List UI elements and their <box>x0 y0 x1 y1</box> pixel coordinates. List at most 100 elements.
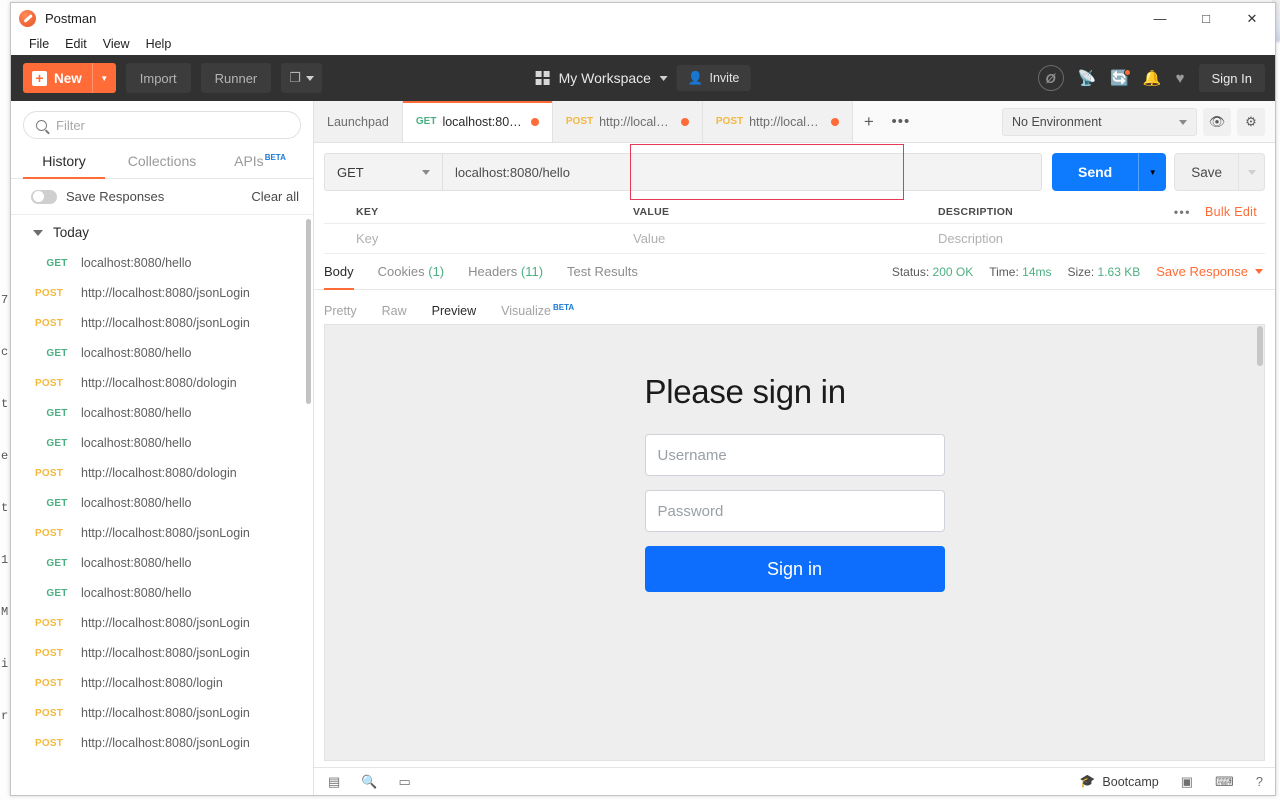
save-dropdown-caret-icon[interactable] <box>1238 154 1264 190</box>
params-more-button[interactable]: ••• <box>1174 205 1191 219</box>
import-button[interactable]: Import <box>126 63 191 93</box>
username-placeholder: Username <box>658 447 727 464</box>
heart-icon[interactable]: ♥ <box>1176 71 1185 86</box>
console-icon[interactable]: ▭ <box>398 775 410 788</box>
send-button[interactable]: Send ▼ <box>1052 153 1166 191</box>
new-dropdown-caret-icon[interactable]: ▼ <box>92 63 116 93</box>
history-item[interactable]: POSThttp://localhost:8080/jsonLogin <box>11 308 313 338</box>
tab-options-button[interactable]: ••• <box>885 101 917 142</box>
sidebar-scrollbar[interactable] <box>306 219 311 404</box>
unsaved-dot-icon[interactable] <box>531 118 539 126</box>
history-item[interactable]: GETlocalhost:8080/hello <box>11 338 313 368</box>
two-pane-layout-icon[interactable]: ▣ <box>1181 775 1193 788</box>
settings-button[interactable]: ⚙ <box>1237 108 1265 136</box>
history-item-url: http://localhost:8080/jsonLogin <box>81 526 250 540</box>
history-item[interactable]: GETlocalhost:8080/hello <box>11 248 313 278</box>
username-field[interactable]: Username <box>645 434 945 476</box>
history-item[interactable]: POSThttp://localhost:8080/jsonLogin <box>11 278 313 308</box>
save-responses-toggle[interactable] <box>31 190 57 204</box>
history-item[interactable]: POSThttp://localhost:8080/jsonLogin <box>11 698 313 728</box>
tab-collections-label: Collections <box>128 153 196 169</box>
history-group-today[interactable]: Today <box>11 215 313 248</box>
clear-all-button[interactable]: Clear all <box>251 189 299 204</box>
tab-history[interactable]: History <box>15 146 113 178</box>
history-item[interactable]: GETlocalhost:8080/hello <box>11 488 313 518</box>
workspace-name: My Workspace <box>559 70 651 86</box>
format-tab[interactable]: Raw <box>382 301 407 321</box>
preview-scrollbar[interactable] <box>1257 326 1263 366</box>
chevron-down-icon <box>1255 269 1263 274</box>
maximize-button[interactable]: □ <box>1183 3 1229 33</box>
history-list[interactable]: Today GETlocalhost:8080/helloPOSThttp://… <box>11 215 313 795</box>
history-item[interactable]: POSThttp://localhost:8080/dologin <box>11 458 313 488</box>
request-tab-bar: LaunchpadGETlocalhost:8080/...POSThttp:/… <box>314 101 1275 143</box>
format-tab[interactable]: Preview <box>432 301 476 321</box>
keyboard-shortcuts-icon[interactable]: ⌨ <box>1215 775 1234 788</box>
menu-view[interactable]: View <box>95 35 138 53</box>
response-tab[interactable]: Cookies (1) <box>378 255 444 289</box>
response-tab[interactable]: Test Results <box>567 255 638 289</box>
sign-in-button[interactable]: Sign In <box>1199 64 1265 92</box>
new-tab-button[interactable]: + <box>853 101 885 142</box>
save-request-button[interactable]: Save <box>1174 153 1265 191</box>
params-input-row[interactable]: Key Value Description <box>324 224 1265 254</box>
environment-select[interactable]: No Environment <box>1002 108 1197 136</box>
params-header-value: VALUE <box>629 206 934 218</box>
search-icon[interactable]: 🔍 <box>361 775 377 788</box>
sync-icon[interactable]: 🔄 <box>1110 71 1129 86</box>
save-response-button[interactable]: Save Response <box>1156 264 1263 279</box>
menu-file[interactable]: File <box>21 35 57 53</box>
format-tab[interactable]: Pretty <box>324 301 357 321</box>
menu-edit[interactable]: Edit <box>57 35 95 53</box>
history-item[interactable]: POSThttp://localhost:8080/jsonLogin <box>11 608 313 638</box>
menu-help[interactable]: Help <box>138 35 180 53</box>
workspace-selector[interactable]: My Workspace 👤 Invite <box>536 65 751 91</box>
status-value: 200 OK <box>933 265 974 279</box>
new-button[interactable]: + New ▼ <box>23 63 116 93</box>
search-input[interactable]: Filter <box>23 111 301 139</box>
tab-apis[interactable]: APIsBETA <box>211 146 309 178</box>
send-dropdown-caret-icon[interactable]: ▼ <box>1138 153 1166 191</box>
history-item[interactable]: POSThttp://localhost:8080/jsonLogin <box>11 728 313 758</box>
sign-in-submit-button[interactable]: Sign in <box>645 546 945 592</box>
environment-quick-look-button[interactable]: 👁 <box>1203 108 1231 136</box>
param-value-input[interactable]: Value <box>629 231 934 246</box>
history-item[interactable]: POSThttp://localhost:8080/login <box>11 668 313 698</box>
request-tab[interactable]: GETlocalhost:8080/... <box>403 101 553 142</box>
request-tab[interactable]: POSThttp://localhos... <box>703 101 853 142</box>
unsaved-dot-icon[interactable] <box>681 118 689 126</box>
format-tab[interactable]: VisualizeBETA <box>501 300 574 321</box>
history-item[interactable]: POSThttp://localhost:8080/jsonLogin <box>11 638 313 668</box>
status-bar: ▤ 🔍 ▭ 🎓 Bootcamp ▣ ⌨ ? <box>314 767 1275 795</box>
history-item[interactable]: POSThttp://localhost:8080/jsonLogin <box>11 518 313 548</box>
param-description-input[interactable]: Description <box>934 231 1265 246</box>
request-tab[interactable]: Launchpad <box>314 101 403 142</box>
history-item[interactable]: POSThttp://localhost:8080/dologin <box>11 368 313 398</box>
satellite-icon[interactable]: 📡 <box>1078 71 1097 86</box>
tab-collections[interactable]: Collections <box>113 146 211 178</box>
bell-icon[interactable]: 🔔 <box>1143 71 1162 86</box>
bootcamp-button[interactable]: 🎓 Bootcamp <box>1080 774 1159 789</box>
interceptor-icon[interactable]: Ø <box>1038 65 1064 91</box>
new-window-button[interactable]: ❐ <box>281 63 322 93</box>
history-item[interactable]: GETlocalhost:8080/hello <box>11 578 313 608</box>
http-method-select[interactable]: GET <box>325 154 443 190</box>
bulk-edit-button[interactable]: Bulk Edit <box>1205 205 1257 219</box>
history-item[interactable]: GETlocalhost:8080/hello <box>11 548 313 578</box>
sidebar-toggle-icon[interactable]: ▤ <box>328 775 340 788</box>
request-tab[interactable]: POSThttp://localhos... <box>553 101 703 142</box>
url-input[interactable]: localhost:8080/hello <box>443 154 1041 190</box>
close-button[interactable]: ✕ <box>1229 3 1275 33</box>
response-tab[interactable]: Headers (11) <box>468 255 543 289</box>
minimize-button[interactable]: — <box>1137 3 1183 33</box>
response-tab[interactable]: Body <box>324 255 354 289</box>
history-item[interactable]: GETlocalhost:8080/hello <box>11 398 313 428</box>
invite-button[interactable]: 👤 Invite <box>677 65 750 91</box>
format-tab-label: Visualize <box>501 305 551 319</box>
help-icon[interactable]: ? <box>1256 775 1263 788</box>
param-key-input[interactable]: Key <box>324 231 629 246</box>
runner-button[interactable]: Runner <box>201 63 272 93</box>
password-field[interactable]: Password <box>645 490 945 532</box>
unsaved-dot-icon[interactable] <box>831 118 839 126</box>
history-item[interactable]: GETlocalhost:8080/hello <box>11 428 313 458</box>
